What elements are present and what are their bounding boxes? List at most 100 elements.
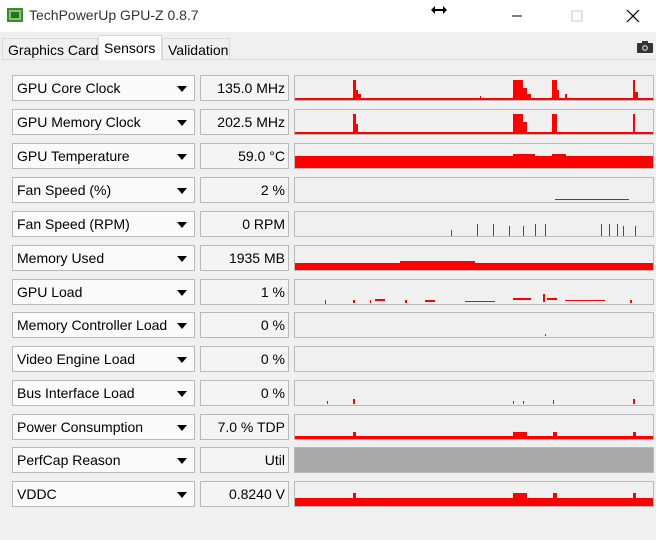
sensor-label: Memory Controller Load xyxy=(17,317,168,333)
sensor-select-power-consumption[interactable]: Power Consumption xyxy=(12,414,195,440)
dropdown-arrow-icon xyxy=(177,154,187,160)
sensor-value-box: 0 % xyxy=(200,380,289,406)
sensor-graph-fan-speed-rpm xyxy=(294,211,654,237)
sensor-select-video-engine-load[interactable]: Video Engine Load xyxy=(12,346,195,372)
sensor-label: Video Engine Load xyxy=(17,351,136,367)
sensor-row-gpu-temperature: GPU Temperature 59.0 °C xyxy=(2,143,656,169)
sensor-value: 0 % xyxy=(260,317,285,333)
sensor-value-box: 0 % xyxy=(200,346,289,372)
sensor-row-memory-used: Memory Used 1935 MB xyxy=(2,245,656,271)
tab-sensors[interactable]: Sensors xyxy=(98,35,162,60)
sensor-graph-vddc xyxy=(294,481,654,507)
tab-validation[interactable]: Validation xyxy=(162,38,230,60)
dropdown-arrow-icon xyxy=(177,391,187,397)
sensor-value: 202.5 MHz xyxy=(217,114,285,130)
dropdown-arrow-icon xyxy=(177,492,187,498)
sensor-select-fan-speed-rpm[interactable]: Fan Speed (RPM) xyxy=(12,211,195,237)
sensor-label: GPU Core Clock xyxy=(17,80,121,96)
sensor-label: GPU Load xyxy=(17,284,83,300)
sensor-value: 0.8240 V xyxy=(228,486,285,502)
sensor-value-box: 1935 MB xyxy=(200,245,289,271)
sensor-value-box: 0 % xyxy=(200,312,289,338)
sensor-row-video-engine-load: Video Engine Load 0 % xyxy=(2,346,656,372)
minimize-icon xyxy=(512,15,522,17)
sensor-row-gpu-memory-clock: GPU Memory Clock 202.5 MHz xyxy=(2,109,656,135)
minimize-button[interactable] xyxy=(494,0,540,32)
sensor-value-box: 135.0 MHz xyxy=(200,75,289,101)
sensor-row-bus-interface-load: Bus Interface Load 0 % xyxy=(2,380,656,406)
sensor-select-gpu-load[interactable]: GPU Load xyxy=(12,279,195,305)
dropdown-arrow-icon xyxy=(177,290,187,296)
sensor-select-gpu-temperature[interactable]: GPU Temperature xyxy=(12,143,195,169)
dropdown-arrow-icon xyxy=(177,120,187,126)
tab-strip: Graphics Card Sensors Validation xyxy=(0,34,656,60)
sensor-value: 135.0 MHz xyxy=(217,80,285,96)
sensor-select-bus-interface-load[interactable]: Bus Interface Load xyxy=(12,380,195,406)
sensor-value-box: 0 RPM xyxy=(200,211,289,237)
sensor-value: 0 RPM xyxy=(242,216,285,232)
sensor-graph-gpu-core-clock xyxy=(294,75,654,101)
sensor-select-perfcap-reason[interactable]: PerfCap Reason xyxy=(12,447,195,473)
sensor-value-box: 7.0 % TDP xyxy=(200,414,289,440)
sensor-select-vddc[interactable]: VDDC xyxy=(12,481,195,507)
dropdown-arrow-icon xyxy=(177,86,187,92)
sensor-row-vddc: VDDC 0.8240 V xyxy=(2,481,656,507)
close-icon xyxy=(626,9,640,23)
sensor-value-box: Util xyxy=(200,447,289,473)
sensor-row-power-consumption: Power Consumption 7.0 % TDP xyxy=(2,414,656,440)
sensor-graph-bus-interface-load xyxy=(294,380,654,406)
sensor-value-box: 0.8240 V xyxy=(200,481,289,507)
sensor-value: 2 % xyxy=(260,182,285,198)
sensor-value: 0 % xyxy=(260,385,285,401)
camera-icon[interactable] xyxy=(637,40,653,53)
sensor-label: Fan Speed (%) xyxy=(17,182,112,198)
sensor-graph-fan-speed-percent xyxy=(294,177,654,203)
sensor-value-box: 1 % xyxy=(200,279,289,305)
sensor-graph-gpu-temperature xyxy=(294,143,654,169)
sensor-label: GPU Temperature xyxy=(17,148,130,164)
sensor-graph-gpu-memory-clock xyxy=(294,109,654,135)
sensor-value: 59.0 °C xyxy=(238,148,285,164)
sensor-graph-gpu-load xyxy=(294,279,654,305)
sensor-row-memory-controller-load: Memory Controller Load 0 % xyxy=(2,312,656,338)
sensor-select-memory-used[interactable]: Memory Used xyxy=(12,245,195,271)
dropdown-arrow-icon xyxy=(177,222,187,228)
sensors-panel: GPU Core Clock 135.0 MHz GPU Memory Cloc… xyxy=(2,59,656,540)
dropdown-arrow-icon xyxy=(177,458,187,464)
dropdown-arrow-icon xyxy=(177,323,187,329)
sensor-value-box: 59.0 °C xyxy=(200,143,289,169)
sensor-select-gpu-memory-clock[interactable]: GPU Memory Clock xyxy=(12,109,195,135)
sensor-select-fan-speed-percent[interactable]: Fan Speed (%) xyxy=(12,177,195,203)
maximize-icon xyxy=(571,10,583,22)
sensor-value: Util xyxy=(264,452,285,468)
sensor-label: Memory Used xyxy=(17,250,105,266)
sensor-select-memory-controller-load[interactable]: Memory Controller Load xyxy=(12,312,195,338)
sensor-row-fan-speed-percent: Fan Speed (%) 2 % xyxy=(2,177,656,203)
window-title: TechPowerUp GPU-Z 0.8.7 xyxy=(29,7,199,23)
sensor-value-box: 202.5 MHz xyxy=(200,109,289,135)
sensor-row-gpu-load: GPU Load 1 % xyxy=(2,279,656,305)
dropdown-arrow-icon xyxy=(177,188,187,194)
sensor-label: PerfCap Reason xyxy=(17,452,121,468)
sensor-value: 7.0 % TDP xyxy=(217,419,285,435)
dropdown-arrow-icon xyxy=(177,425,187,431)
sensor-label: Bus Interface Load xyxy=(17,385,135,401)
sensor-graph-memory-controller-load xyxy=(294,312,654,338)
gpu-z-app-icon xyxy=(7,8,23,22)
maximize-button[interactable] xyxy=(554,0,600,32)
sensor-graph-video-engine-load xyxy=(294,346,654,372)
tab-graphics-card[interactable]: Graphics Card xyxy=(2,38,98,60)
resize-icon[interactable] xyxy=(430,3,448,17)
sensor-value: 1935 MB xyxy=(228,250,285,266)
dropdown-arrow-icon xyxy=(177,256,187,262)
sensor-select-gpu-core-clock[interactable]: GPU Core Clock xyxy=(12,75,195,101)
dropdown-arrow-icon xyxy=(177,357,187,363)
sensor-value-box: 2 % xyxy=(200,177,289,203)
sensor-graph-power-consumption xyxy=(294,414,654,440)
close-button[interactable] xyxy=(610,0,656,32)
sensor-graph-perfcap-reason xyxy=(294,447,654,473)
sensor-value: 1 % xyxy=(260,284,285,300)
sensor-graph-memory-used xyxy=(294,245,654,271)
sensor-value: 0 % xyxy=(260,351,285,367)
title-bar: TechPowerUp GPU-Z 0.8.7 xyxy=(0,0,656,32)
